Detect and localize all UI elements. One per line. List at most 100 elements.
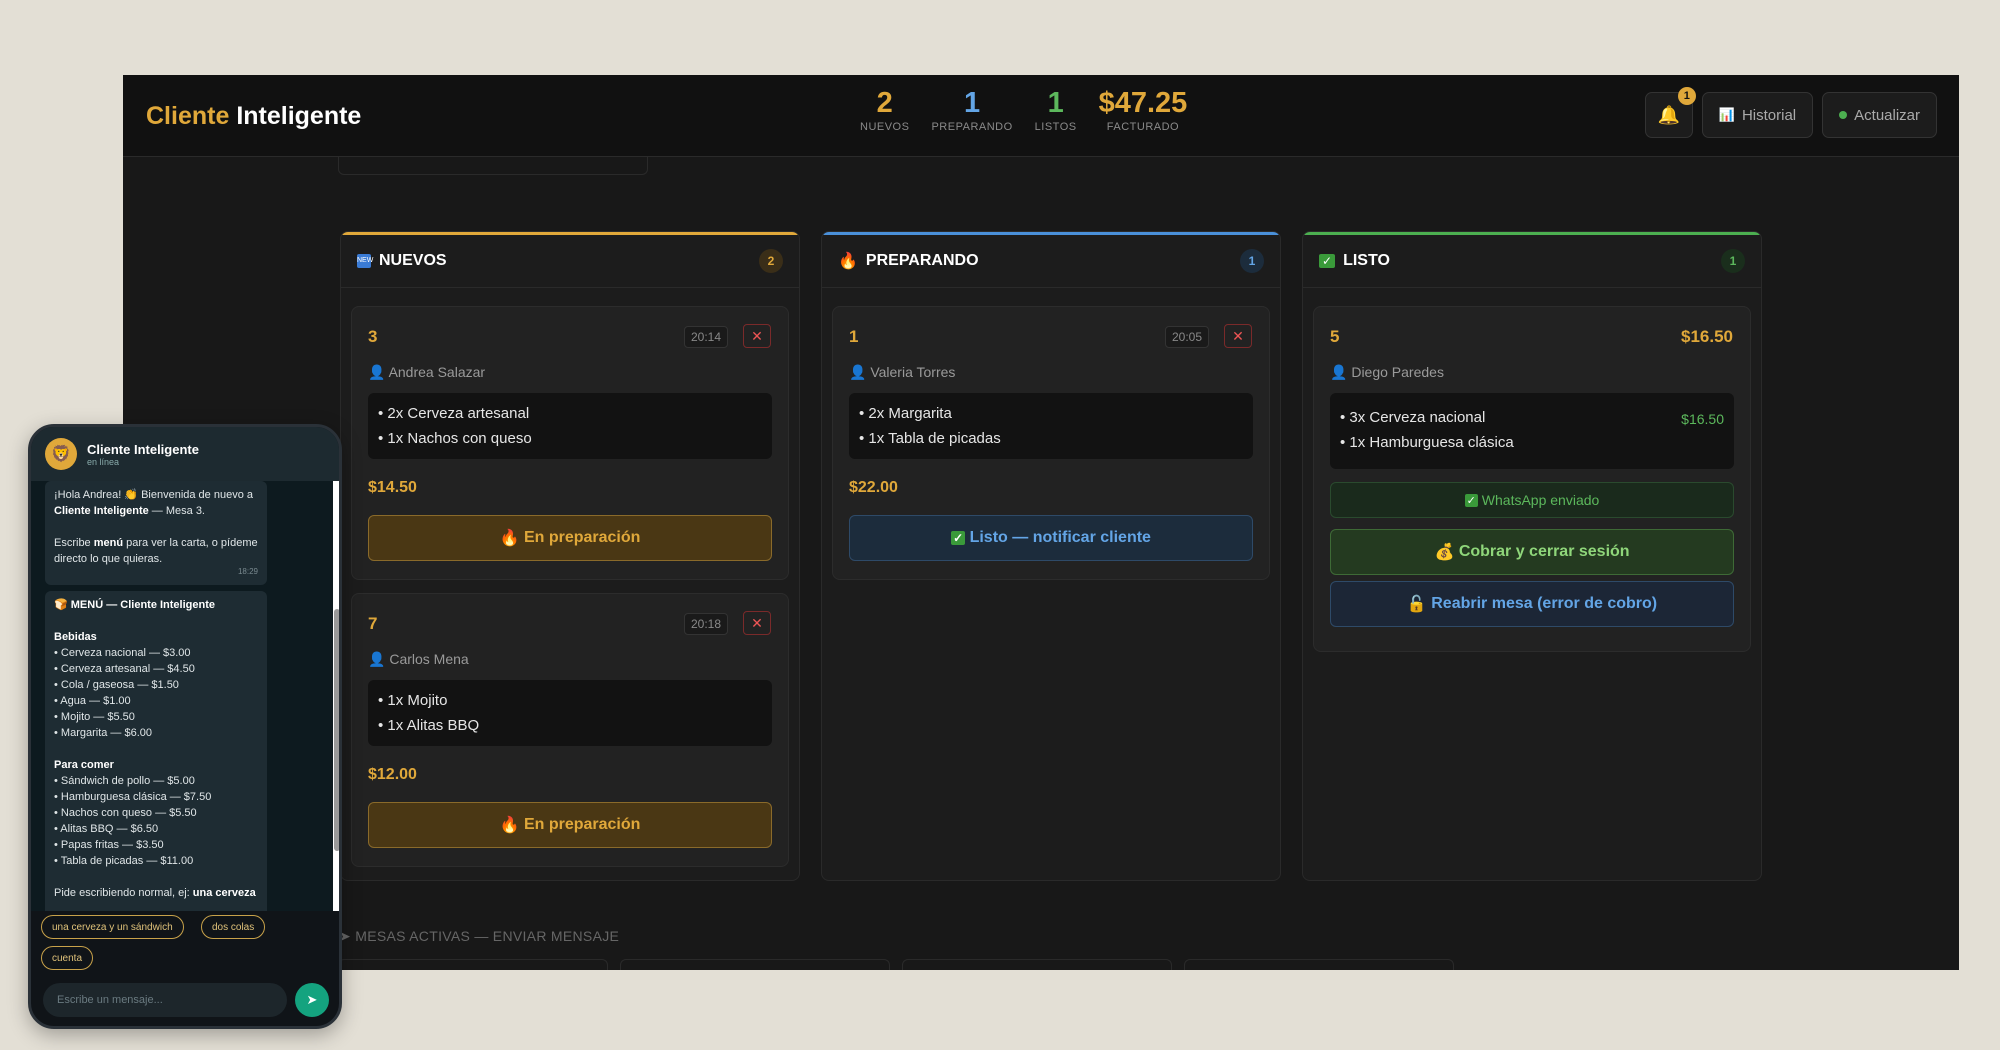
stat-value: 1: [1047, 87, 1064, 119]
order-items: • 2x Margarita • 1x Tabla de picadas: [849, 393, 1253, 459]
stat-listos: 1 LISTOS: [1035, 87, 1077, 133]
bread-icon: 🍞: [54, 599, 71, 611]
lion-icon: 🦁: [51, 446, 71, 463]
menu-item: • Alitas BBQ — $6.50: [54, 823, 159, 835]
historial-button[interactable]: 📊 Historial: [1701, 92, 1814, 138]
fire-icon: 🔥: [499, 817, 524, 834]
cancel-order-button[interactable]: ✕: [743, 324, 771, 348]
active-table-card[interactable]: [902, 959, 1172, 970]
order-card: 3 20:14 ✕ 👤 Andrea Salazar • 2x Cerveza …: [351, 306, 789, 580]
whatsapp-label: WhatsApp enviado: [1481, 492, 1600, 508]
notification-badge: 1: [1677, 87, 1696, 105]
customer-name: 👤 Carlos Mena: [368, 651, 469, 668]
contact-name: Cliente Inteligente: [87, 441, 199, 457]
column-header: 🔥 PREPARANDO 1: [822, 232, 1280, 288]
msg-time: 18:29: [237, 567, 258, 576]
notifications-button[interactable]: 🔔 1: [1644, 87, 1696, 138]
close-icon: ✕: [751, 327, 763, 344]
start-preparation-button[interactable]: 🔥 En preparación: [368, 515, 772, 561]
menu-item: • Cerveza nacional — $3.00: [54, 647, 191, 659]
user-icon: 👤: [1330, 364, 1352, 380]
column-preparando: 🔥 PREPARANDO 1 1 20:05 ✕ 👤 Valeria Torre…: [821, 231, 1281, 881]
quick-reply-chip[interactable]: cuenta: [41, 946, 94, 970]
whatsapp-phone-simulator: 🦁 Cliente Inteligente en línea ¡Hola And…: [28, 424, 342, 1029]
cancel-order-button[interactable]: ✕: [743, 611, 771, 635]
actualizar-button[interactable]: Actualizar: [1822, 92, 1937, 138]
menu-item: • Hamburguesa clásica — $7.50: [54, 791, 212, 803]
order-item: • 1x Mojito: [378, 692, 448, 709]
button-label: En preparación: [523, 529, 641, 546]
top-bar: Cliente Inteligente 2 NUEVOS 1 PREPARAND…: [123, 75, 1959, 157]
active-table-card[interactable]: [338, 959, 608, 970]
reopen-table-button[interactable]: 🔓 Reabrir mesa (error de cobro): [1330, 581, 1734, 627]
menu-message: 🍞 MENÚ — Cliente Inteligente Bebidas • C…: [45, 591, 267, 911]
kitchen-dashboard: Cliente Inteligente 2 NUEVOS 1 PREPARAND…: [123, 75, 1959, 970]
chat-scrollbar[interactable]: [333, 481, 339, 911]
stat-label: NUEVOS: [860, 121, 910, 133]
pay-close-button[interactable]: 💰 Cobrar y cerrar sesión: [1330, 529, 1734, 575]
close-icon: ✕: [1232, 327, 1244, 344]
customer-name: 👤 Andrea Salazar: [368, 364, 485, 381]
order-items: • 1x Mojito • 1x Alitas BBQ: [368, 680, 772, 746]
menu-item: • Cola / gaseosa — $1.50: [54, 679, 179, 691]
msg-text: — Mesa 3.: [148, 505, 205, 517]
column-listo: ✓ LISTO 1 5 $16.50 👤 Diego Paredes • 3x …: [1302, 231, 1762, 881]
chat-messages[interactable]: ¡Hola Andrea! 👏 Bienvenida de nuevo a Cl…: [31, 481, 333, 911]
line-price: $16.50: [1681, 411, 1724, 427]
table-number: 3: [368, 327, 378, 346]
money-bag-icon: 💰: [1434, 544, 1459, 561]
quick-reply-chip[interactable]: dos colas: [201, 915, 266, 939]
historial-label: Historial: [1741, 106, 1797, 124]
scrollbar-thumb[interactable]: [334, 609, 339, 851]
order-card: 5 $16.50 👤 Diego Paredes • 3x Cerveza na…: [1313, 306, 1751, 652]
cancel-order-button[interactable]: ✕: [1224, 324, 1252, 348]
status-dot-icon: [1839, 111, 1848, 119]
column-title: PREPARANDO: [865, 252, 979, 269]
customer-label: Carlos Mena: [389, 651, 469, 667]
close-icon: ✕: [751, 614, 763, 631]
column-count-badge: 1: [1721, 249, 1745, 273]
order-card: 7 20:18 ✕ 👤 Carlos Mena • 1x Mojito • 1x…: [351, 593, 789, 867]
msg-text: Pide escribiendo normal, ej:: [54, 887, 193, 899]
message-input[interactable]: Escribe un mensaje...: [43, 983, 287, 1017]
send-button[interactable]: ➤: [295, 983, 329, 1017]
toolbar-actions: 🔔 1 📊 Historial Actualizar: [1644, 87, 1937, 138]
new-icon: NEW: [357, 254, 373, 268]
checkmark-icon: ✓: [951, 531, 966, 545]
menu-item: • Mojito — $5.50: [54, 711, 135, 723]
order-time: 20:05: [1164, 326, 1209, 348]
start-preparation-button[interactable]: 🔥 En preparación: [368, 802, 772, 848]
stat-facturado: $47.25 FACTURADO: [1099, 87, 1188, 133]
msg-bold: una cerveza: [192, 887, 256, 899]
button-label: Listo — notificar cliente: [969, 529, 1151, 546]
active-table-card[interactable]: [620, 959, 890, 970]
stat-value: 2: [876, 87, 893, 119]
avatar: 🦁: [45, 438, 77, 470]
msg-text: Escribe: [54, 537, 94, 549]
order-item: • 3x Cerveza nacional: [1340, 409, 1486, 426]
active-tables-label: MESAS ACTIVAS — ENVIAR MENSAJE: [355, 928, 620, 944]
mark-ready-button[interactable]: ✓ Listo — notificar cliente: [849, 515, 1253, 561]
menu-item: • Papas fritas — $3.50: [54, 839, 164, 851]
menu-section: Para comer: [54, 759, 114, 771]
checkmark-icon: ✓: [1319, 254, 1336, 268]
quick-reply-chip[interactable]: una cerveza y un sándwich: [41, 915, 184, 939]
column-title: NUEVOS: [379, 252, 447, 269]
column-count-badge: 1: [1240, 249, 1264, 273]
order-item: • 1x Alitas BBQ: [378, 717, 480, 734]
order-time: 20:14: [683, 326, 728, 348]
active-table-card[interactable]: [1184, 959, 1454, 970]
customer-name: 👤 Diego Paredes: [1330, 364, 1444, 381]
column-header: ✓ LISTO 1: [1303, 232, 1761, 288]
menu-item: • Margarita — $6.00: [54, 727, 153, 739]
user-icon: 👤: [849, 364, 871, 380]
brand-rest: Inteligente: [236, 102, 362, 130]
welcome-message: ¡Hola Andrea! 👏 Bienvenida de nuevo a Cl…: [45, 481, 267, 585]
order-total: $12.00: [368, 766, 417, 783]
chart-icon: 📊: [1718, 107, 1735, 122]
user-icon: 👤: [368, 651, 390, 667]
button-label: Reabrir mesa (error de cobro): [1431, 595, 1658, 612]
column-nuevos: NEW NUEVOS 2 3 20:14 ✕ 👤 Andrea Salazar …: [340, 231, 800, 881]
filter-bar: [338, 157, 648, 175]
send-icon: ➤: [306, 992, 318, 1007]
